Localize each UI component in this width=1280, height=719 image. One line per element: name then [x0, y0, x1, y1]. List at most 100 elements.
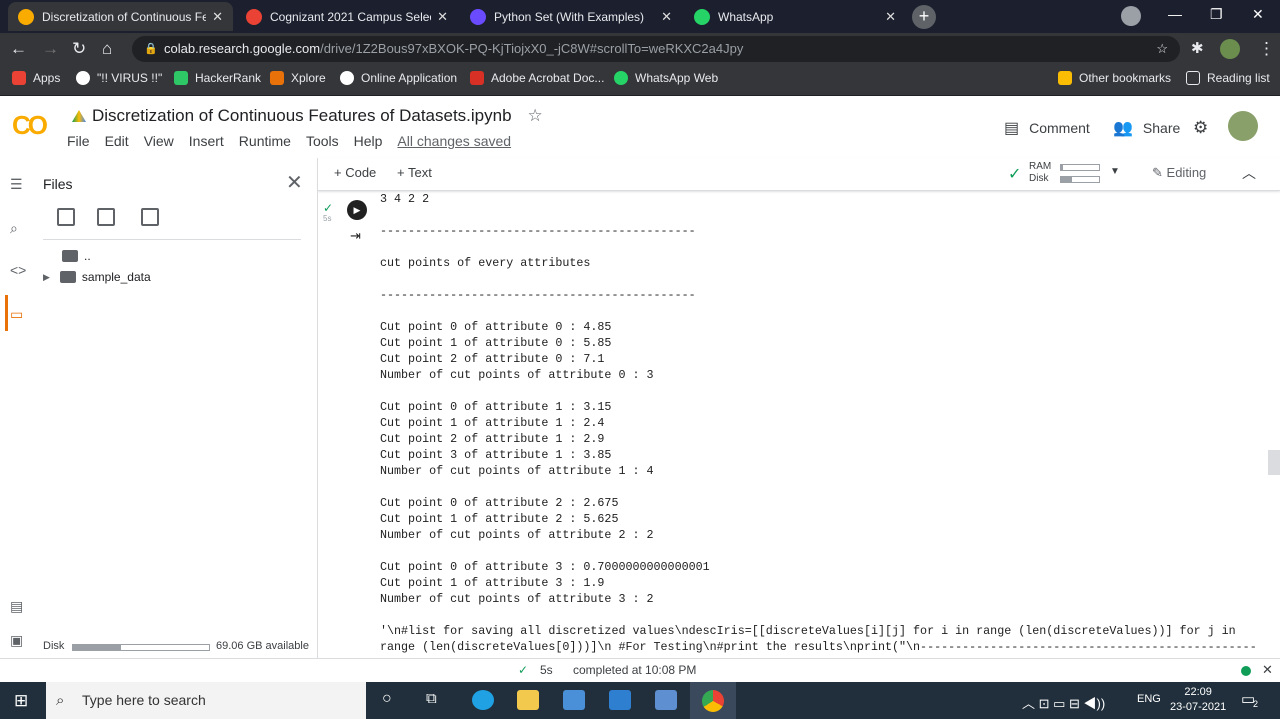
output-line: Cut point 2 of attribute 0 : 7.1: [380, 352, 605, 366]
status-completed[interactable]: completed at 10:08 PM: [573, 663, 696, 677]
profile-switch-icon[interactable]: [1121, 6, 1141, 26]
save-status[interactable]: All changes saved: [397, 133, 511, 149]
extensions-icon[interactable]: ✱: [1191, 39, 1204, 57]
output-line: ----------------------------------------…: [380, 224, 696, 238]
close-tab-icon[interactable]: ✕: [661, 9, 672, 25]
reading-list[interactable]: Reading list: [1186, 71, 1270, 85]
clock[interactable]: 22:09 23-07-2021: [1170, 685, 1226, 715]
back-icon[interactable]: ←: [10, 39, 27, 59]
menu-view[interactable]: View: [144, 133, 174, 149]
close-tab-icon[interactable]: ✕: [212, 9, 223, 25]
add-code-button[interactable]: + Code: [334, 165, 376, 180]
parent-dir-item[interactable]: ..: [62, 249, 91, 263]
url-input[interactable]: 🔒 colab.research.google.com/drive/1Z2Bou…: [132, 36, 1180, 62]
run-success-icon: ✓: [323, 201, 334, 215]
chrome-taskbar-item[interactable]: [690, 682, 736, 719]
task-view-icon[interactable]: ⧉: [426, 690, 437, 707]
windows-start-icon[interactable]: ⊞: [14, 691, 28, 711]
notebook-title[interactable]: Discretization of Continuous Features of…: [72, 106, 543, 126]
chrome-icon: [702, 690, 724, 712]
share-button[interactable]: 👥 Share: [1113, 118, 1180, 138]
mail-icon[interactable]: [609, 690, 631, 710]
editing-mode-button[interactable]: ✎ Editing: [1152, 165, 1206, 181]
bookmark-hackerrank[interactable]: HackerRank: [174, 71, 261, 85]
refresh-folder-icon[interactable]: [97, 208, 115, 226]
app-icon[interactable]: [655, 690, 677, 710]
edge-icon[interactable]: [472, 690, 494, 710]
bookmark-whatsapp-web[interactable]: WhatsApp Web: [614, 71, 718, 85]
resource-indicator[interactable]: RAM Disk: [1029, 161, 1051, 185]
divider: [43, 239, 301, 240]
tray-icons[interactable]: ︿ ⊡ ▭ ⊟ ◀)): [1022, 693, 1105, 712]
scrollbar-thumb[interactable]: [1268, 450, 1280, 475]
close-tab-icon[interactable]: ✕: [437, 9, 448, 25]
menu-tools[interactable]: Tools: [306, 133, 339, 149]
run-cell-button[interactable]: ▶: [347, 200, 367, 220]
star-icon[interactable]: ☆: [1156, 36, 1168, 62]
url-path: /drive/1Z2Bous97xBXOK-PQ-KjTiojxX0_-jC8W…: [320, 41, 744, 56]
language-indicator[interactable]: ENG: [1137, 693, 1161, 705]
menu-icon[interactable]: ⋮: [1258, 39, 1275, 59]
close-icon[interactable]: ✕: [286, 170, 303, 195]
dropdown-icon[interactable]: ▼: [1110, 166, 1120, 177]
upload-file-icon[interactable]: [57, 208, 75, 226]
bookmark-virus[interactable]: "!! VIRUS !!": [76, 71, 162, 85]
store-icon[interactable]: [563, 690, 585, 710]
bookmark-xplore[interactable]: Xplore: [270, 71, 326, 85]
lock-icon: 🔒: [144, 43, 158, 55]
globe-icon: [340, 71, 354, 85]
folder-up-icon: [62, 250, 78, 262]
settings-gear-icon[interactable]: ⚙: [1193, 118, 1208, 138]
status-dot: [1241, 666, 1251, 676]
add-text-button[interactable]: + Text: [397, 165, 432, 180]
new-tab-button[interactable]: +: [912, 5, 936, 29]
maximize-icon[interactable]: ❐: [1210, 6, 1223, 23]
colab-logo[interactable]: CO: [12, 110, 48, 141]
avatar[interactable]: [1220, 39, 1240, 59]
bookmark-online-application[interactable]: Online Application: [340, 71, 457, 85]
tab-gmail[interactable]: Cognizant 2021 Campus Selecti ✕: [236, 2, 458, 31]
command-palette-icon[interactable]: ▤: [10, 598, 23, 615]
menu-runtime[interactable]: Runtime: [239, 133, 291, 149]
search-icon[interactable]: ⌕: [10, 220, 18, 237]
toc-icon[interactable]: ☰: [10, 176, 23, 193]
tab-python-set[interactable]: Python Set (With Examples) ✕: [460, 2, 682, 31]
tab-colab[interactable]: Discretization of Continuous Fea ✕: [8, 2, 233, 31]
folder-icon[interactable]: ▭: [10, 306, 23, 323]
collapse-header-icon[interactable]: ︿: [1242, 163, 1256, 183]
other-bookmarks[interactable]: Other bookmarks: [1058, 71, 1171, 85]
output-line: cut points of every attributes: [380, 256, 591, 270]
window-close-icon[interactable]: ✕: [1252, 6, 1264, 23]
cortana-icon[interactable]: ○: [382, 690, 392, 708]
menu-help[interactable]: Help: [354, 133, 383, 149]
avatar[interactable]: [1228, 111, 1258, 141]
close-tab-icon[interactable]: ✕: [885, 9, 896, 25]
home-icon[interactable]: ⌂: [102, 39, 112, 59]
browser-tab-strip: Discretization of Continuous Fea ✕ Cogni…: [0, 0, 1280, 33]
bookmark-adobe[interactable]: Adobe Acrobat Doc...: [470, 71, 604, 85]
drive-icon: [72, 110, 86, 122]
bookmark-apps[interactable]: Apps: [12, 71, 60, 85]
reload-icon[interactable]: ↻: [72, 39, 86, 59]
minimize-icon[interactable]: —: [1168, 6, 1182, 22]
menu-edit[interactable]: Edit: [105, 133, 129, 149]
mount-drive-icon[interactable]: [141, 208, 159, 226]
folder-sample-data[interactable]: ▶ sample_data: [43, 270, 151, 284]
taskbar-search-input[interactable]: ⌕ Type here to search: [46, 682, 366, 719]
file-explorer-icon[interactable]: [517, 690, 539, 710]
disk-bar-fill: [1061, 177, 1072, 182]
close-icon[interactable]: ✕: [1262, 662, 1273, 678]
star-icon[interactable]: ☆: [528, 106, 543, 126]
code-snippets-icon[interactable]: <>: [10, 262, 26, 278]
expand-arrow-icon[interactable]: ▶: [43, 272, 50, 283]
notebook-toolbar: + Code + Text ✓ RAM Disk ▼ ✎ Editing ︿: [318, 158, 1280, 191]
tab-whatsapp[interactable]: WhatsApp ✕: [684, 2, 906, 31]
forward-icon[interactable]: →: [42, 39, 59, 59]
comment-button[interactable]: ▤ Comment: [1004, 118, 1090, 138]
output-line: Number of cut points of attribute 2 : 2: [380, 528, 654, 542]
status-check-icon: ✓: [518, 663, 529, 677]
menu-insert[interactable]: Insert: [189, 133, 224, 149]
terminal-icon[interactable]: ▣: [10, 632, 23, 649]
menu-file[interactable]: File: [67, 133, 90, 149]
clear-output-icon[interactable]: ⇥: [350, 228, 361, 244]
